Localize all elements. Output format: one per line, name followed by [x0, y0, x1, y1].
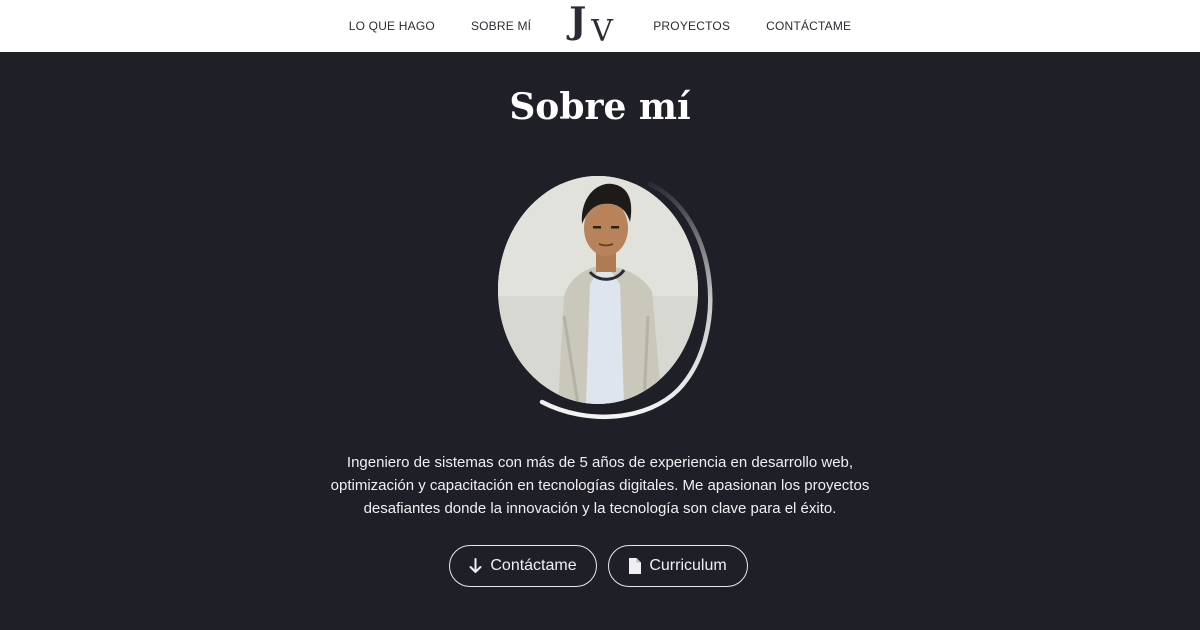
navbar: LO QUE HAGO SOBRE MÍ J V PROYECTOS CONTÁ… [0, 0, 1200, 52]
nav-link-sobre-mi[interactable]: SOBRE MÍ [471, 19, 531, 33]
nav-link-contactame[interactable]: CONTÁCTAME [766, 19, 851, 33]
profile-photo [498, 176, 698, 404]
profile-photo-wrapper [498, 176, 718, 422]
bio-text: Ingeniero de sistemas con más de 5 años … [330, 454, 870, 517]
curriculum-button[interactable]: Curriculum [608, 545, 748, 587]
nav-link-lo-que-hago[interactable]: LO QUE HAGO [349, 19, 435, 33]
arrow-down-icon [469, 558, 482, 573]
curriculum-button-label: Curriculum [649, 557, 727, 574]
contact-button-label: Contáctame [490, 557, 577, 574]
file-icon [629, 558, 642, 574]
contact-button[interactable]: Contáctame [449, 545, 597, 587]
logo-letter-j: J [569, 0, 587, 42]
logo[interactable]: J V [569, 3, 615, 49]
nav-link-proyectos[interactable]: PROYECTOS [653, 19, 730, 33]
section-title: Sobre mí [509, 86, 691, 128]
logo-letter-v: V [591, 14, 613, 49]
nav-left: LO QUE HAGO SOBRE MÍ [349, 19, 568, 33]
nav-right: PROYECTOS CONTÁCTAME [617, 19, 851, 33]
